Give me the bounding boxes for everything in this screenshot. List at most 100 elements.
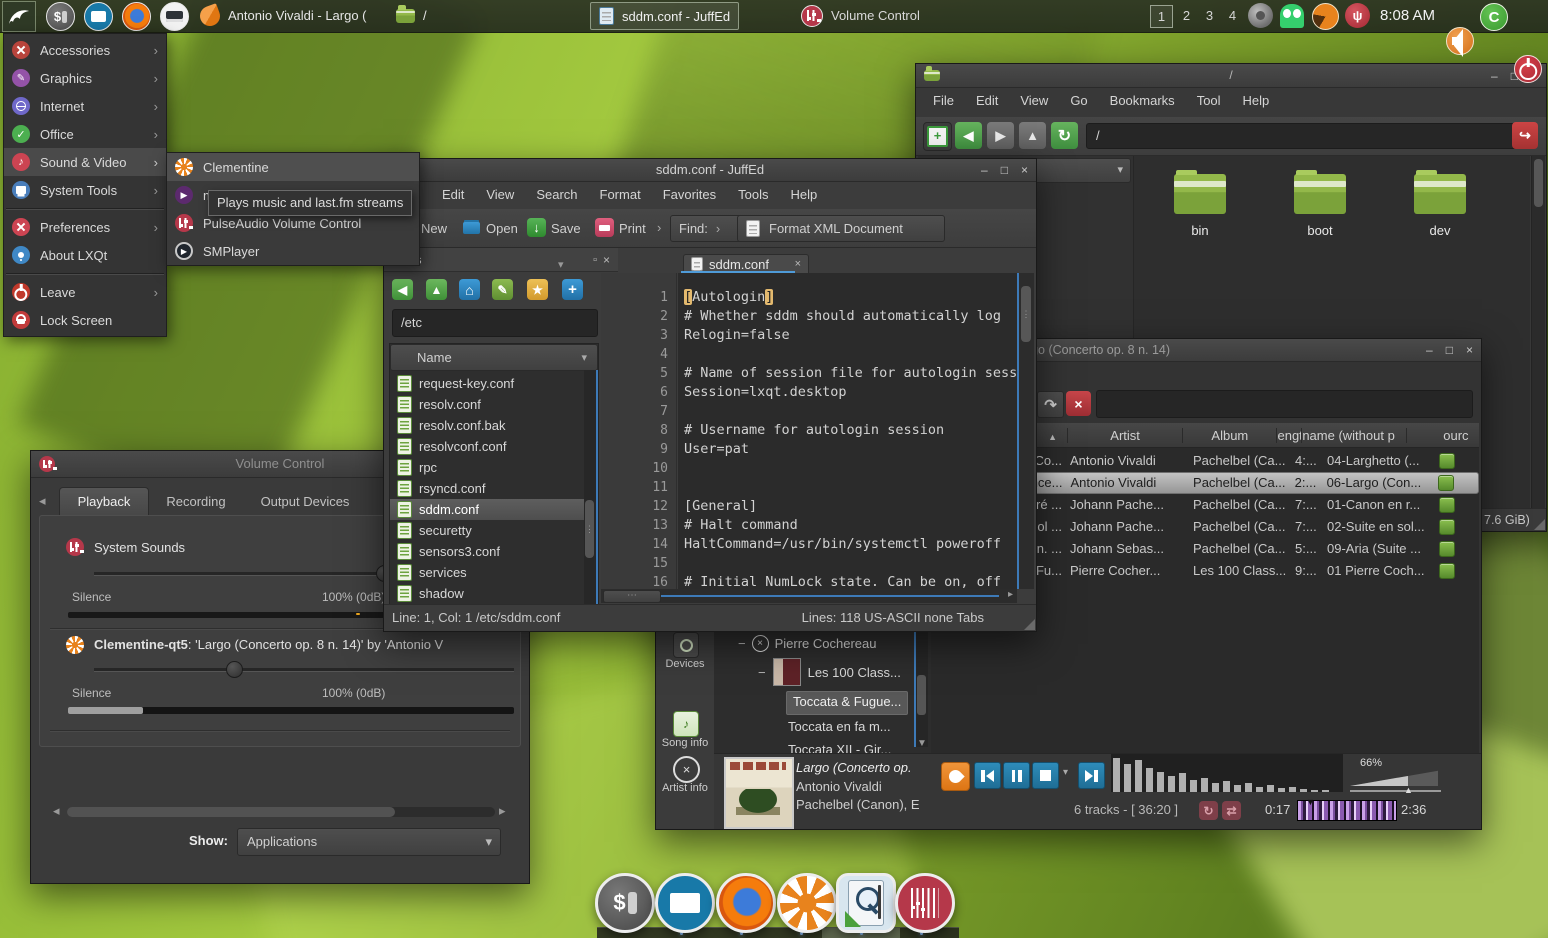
menu-item-graphics[interactable]: ✎Graphics› xyxy=(4,64,166,92)
menu-view[interactable]: View xyxy=(1009,89,1059,112)
dock-juffed[interactable] xyxy=(836,873,896,933)
menu-edit[interactable]: Edit xyxy=(431,183,475,206)
artist-info-icon[interactable]: × xyxy=(673,756,700,783)
workspace-3[interactable]: 3 xyxy=(1199,5,1220,26)
file-row[interactable]: resolv.conf xyxy=(390,394,598,415)
maximize-icon[interactable]: □ xyxy=(1446,344,1453,356)
menu-bookmarks[interactable]: Bookmarks xyxy=(1099,89,1186,112)
submenu-item-smplayer[interactable]: ▶SMPlayer xyxy=(167,237,419,265)
new-button[interactable]: New xyxy=(421,221,447,236)
file-row[interactable]: rpc xyxy=(390,457,598,478)
menu-item-about-lxqt[interactable]: About LXQt xyxy=(4,241,166,269)
next-button[interactable] xyxy=(1078,762,1105,789)
toolbar-overflow-icon[interactable]: › xyxy=(657,220,661,235)
files-home-button[interactable]: ⌂ xyxy=(459,279,480,300)
task-juffed-active[interactable]: sddm.conf - JuffEd xyxy=(590,2,739,30)
column-source[interactable]: ourc xyxy=(1443,428,1479,443)
tray-ghost-icon[interactable] xyxy=(1280,4,1304,28)
save-button[interactable]: Save xyxy=(551,221,581,236)
minimize-icon[interactable]: – xyxy=(1426,344,1433,356)
hscroll-right-icon[interactable]: ▸ xyxy=(499,803,506,819)
workspace-4[interactable]: 4 xyxy=(1222,5,1243,26)
menu-help[interactable]: Help xyxy=(1232,89,1281,112)
close-icon[interactable]: × xyxy=(1021,164,1028,176)
scrollbar-thumb[interactable]: ⋯ xyxy=(603,590,661,603)
menu-item-preferences[interactable]: Preferences› xyxy=(4,213,166,241)
workspace-1[interactable]: 1 xyxy=(1150,5,1173,28)
folder-item[interactable]: boot xyxy=(1275,166,1365,238)
pause-button[interactable] xyxy=(1003,762,1030,789)
path-bar[interactable]: / xyxy=(1086,123,1517,149)
dock-clementine[interactable] xyxy=(777,873,837,933)
files-favorites-button[interactable]: ★ xyxy=(527,279,548,300)
menu-item-internet[interactable]: Internet› xyxy=(4,92,166,120)
menu-tools[interactable]: Tools xyxy=(727,183,779,206)
open-in-terminal-button[interactable]: ↪ xyxy=(1512,122,1538,149)
file-manager-vscrollbar[interactable] xyxy=(1531,156,1545,528)
file-row[interactable]: sensors3.conf xyxy=(390,541,598,562)
clear-playlist-button[interactable]: × xyxy=(1066,391,1091,416)
menu-item-office[interactable]: ✓Office› xyxy=(4,120,166,148)
scrollbar-thumb[interactable] xyxy=(67,807,395,817)
files-add-favorite-button[interactable]: + xyxy=(562,279,583,300)
clementine-app-button[interactable] xyxy=(941,762,970,791)
maximize-icon[interactable]: □ xyxy=(1001,164,1008,176)
task-clementine[interactable]: Antonio Vivaldi - Largo ( xyxy=(194,2,373,29)
slider-thumb[interactable] xyxy=(226,661,243,678)
tree-track-row[interactable]: Toccata XII - Gir... xyxy=(788,739,891,753)
launcher-firefox[interactable] xyxy=(122,2,151,31)
dock-float-icon[interactable]: ▫ xyxy=(593,254,597,266)
menu-go[interactable]: Go xyxy=(1059,89,1098,112)
playlist-search-bar[interactable] xyxy=(1096,390,1473,418)
launcher-terminal[interactable]: $ xyxy=(46,2,75,31)
column-album[interactable]: Album xyxy=(1183,428,1277,443)
tray-clementine-icon[interactable] xyxy=(1312,3,1339,30)
stop-after-chevron-icon[interactable]: ▾ xyxy=(1063,767,1068,778)
tree-track-row[interactable]: Toccata & Fugue... xyxy=(786,691,908,715)
editor-text-area[interactable]: [Autologin] # Whether sddm should automa… xyxy=(678,273,1017,589)
dock-file-manager[interactable] xyxy=(655,873,715,933)
tab-recording[interactable]: Recording xyxy=(151,489,241,515)
resize-grip[interactable] xyxy=(1024,619,1035,630)
file-row-selected[interactable]: sddm.conf xyxy=(390,499,598,520)
moodbar-progress[interactable]: ▼ xyxy=(1297,800,1397,821)
files-edit-path-button[interactable]: ✎ xyxy=(492,279,513,300)
launcher-file-manager[interactable] xyxy=(84,2,113,31)
song-info-icon[interactable]: ♪ xyxy=(673,711,699,737)
file-row[interactable]: services xyxy=(390,562,598,583)
column-filename[interactable]: name (without p xyxy=(1302,428,1406,443)
file-row[interactable]: resolv.conf.bak xyxy=(390,415,598,436)
tray-power-icon[interactable] xyxy=(1514,55,1542,83)
file-row[interactable]: securetty xyxy=(390,520,598,541)
scrollbar-thumb[interactable] xyxy=(917,675,926,715)
tray-network-icon[interactable] xyxy=(1248,3,1273,28)
sidebar-label-artist-info[interactable]: Artist info xyxy=(656,782,714,794)
tree-album-row[interactable]: − Les 100 Class... xyxy=(714,657,931,687)
menu-tool[interactable]: Tool xyxy=(1186,89,1232,112)
show-combo[interactable]: Applications ▾ xyxy=(237,828,501,856)
menu-item-sound-video[interactable]: ♪Sound & Video› xyxy=(4,148,166,176)
editor-vscrollbar[interactable]: ⋮ xyxy=(1017,273,1034,589)
menu-favorites[interactable]: Favorites xyxy=(652,183,727,206)
tray-usb-icon[interactable]: ψ xyxy=(1345,3,1370,28)
dock-terminal[interactable]: $ xyxy=(595,873,655,933)
editor-hscrollbar[interactable]: ⋯ ▸ xyxy=(601,589,1017,603)
main-menu-button[interactable] xyxy=(2,1,36,32)
files-sort-header[interactable]: Name ▾ xyxy=(390,344,598,371)
volume-track[interactable] xyxy=(1350,790,1441,792)
files-up-button[interactable]: ▲ xyxy=(426,279,447,300)
menu-help[interactable]: Help xyxy=(780,183,829,206)
volume-thumb-icon[interactable]: ▲ xyxy=(1404,785,1413,795)
folder-item[interactable]: dev xyxy=(1395,166,1485,238)
workspace-2[interactable]: 2 xyxy=(1176,5,1197,26)
tabbar-menu-icon[interactable]: ▾ xyxy=(558,258,564,271)
task-volume-control[interactable]: Volume Control xyxy=(795,2,926,29)
collapse-icon[interactable]: − xyxy=(738,636,746,651)
scroll-down-icon[interactable]: ▼ xyxy=(917,738,927,749)
print-button[interactable]: Print xyxy=(619,221,646,236)
file-manager-titlebar[interactable]: / – □ × xyxy=(916,64,1546,88)
previous-button[interactable] xyxy=(974,762,1001,789)
menu-format[interactable]: Format xyxy=(589,183,652,206)
menu-search[interactable]: Search xyxy=(525,183,588,206)
scrollbar-thumb[interactable]: ⋮ xyxy=(1021,286,1031,342)
